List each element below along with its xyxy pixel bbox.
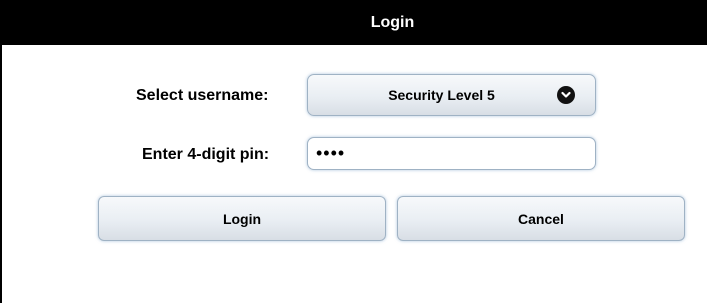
pin-input[interactable] [307, 137, 596, 170]
chevron-down-icon [557, 86, 575, 104]
pin-label: Enter 4-digit pin: [142, 146, 270, 163]
title-bar: Login [2, 0, 707, 45]
login-dialog: Login Select username: Security Level 5 … [0, 0, 707, 303]
username-selected-value: Security Level 5 [388, 87, 495, 103]
login-button[interactable]: Login [98, 196, 386, 241]
username-label: Select username: [136, 87, 269, 104]
dialog-title: Login [370, 13, 415, 31]
cancel-button[interactable]: Cancel [397, 196, 685, 241]
username-select[interactable]: Security Level 5 [307, 74, 596, 116]
